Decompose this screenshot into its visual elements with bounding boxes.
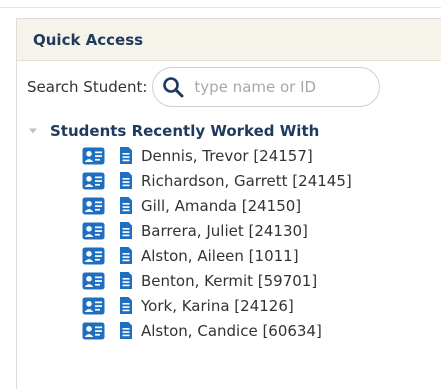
student-name-link[interactable]: York, Karina [24126] [141, 297, 294, 315]
student-row: Richardson, Garrett [24145] [28, 168, 352, 193]
student-name-link[interactable]: Gill, Amanda [24150] [141, 197, 301, 215]
recent-students-tree: Students Recently Worked With Dennis, Tr… [28, 121, 352, 343]
recent-students-title: Students Recently Worked With [50, 122, 320, 140]
search-icon [163, 77, 184, 98]
student-name-link[interactable]: Benton, Kermit [59701] [141, 272, 317, 290]
contact-card-icon[interactable] [82, 272, 105, 290]
document-icon[interactable] [119, 146, 133, 165]
student-row: Benton, Kermit [59701] [28, 268, 352, 293]
contact-card-icon[interactable] [82, 322, 105, 340]
search-row: Search Student: type name or ID [27, 67, 381, 107]
student-name-link[interactable]: Dennis, Trevor [24157] [141, 147, 313, 165]
student-list: Dennis, Trevor [24157] Richardson, Garre… [28, 143, 352, 343]
contact-card-icon[interactable] [82, 297, 105, 315]
quick-access-panel: Quick Access Search Student: type name o… [16, 18, 441, 389]
panel-header: Quick Access [17, 19, 441, 61]
triangle-down-icon [29, 128, 37, 134]
top-divider [0, 7, 441, 8]
student-row: Barrera, Juliet [24130] [28, 218, 352, 243]
student-row: Alston, Candice [60634] [28, 318, 352, 343]
student-row: York, Karina [24126] [28, 293, 352, 318]
panel-title: Quick Access [33, 30, 144, 49]
student-row: Dennis, Trevor [24157] [28, 143, 352, 168]
search-label: Search Student: [27, 78, 148, 96]
student-name-link[interactable]: Alston, Aileen [1011] [141, 247, 299, 265]
student-name-link[interactable]: Alston, Candice [60634] [141, 322, 322, 340]
document-icon[interactable] [119, 271, 133, 290]
search-placeholder: type name or ID [194, 78, 317, 96]
search-student-input[interactable]: type name or ID [152, 67, 381, 107]
contact-card-icon[interactable] [82, 222, 105, 240]
contact-card-icon[interactable] [82, 247, 105, 265]
document-icon[interactable] [119, 296, 133, 315]
student-row: Gill, Amanda [24150] [28, 193, 352, 218]
document-icon[interactable] [119, 196, 133, 215]
recent-students-toggle[interactable]: Students Recently Worked With [28, 121, 352, 141]
document-icon[interactable] [119, 171, 133, 190]
student-row: Alston, Aileen [1011] [28, 243, 352, 268]
document-icon[interactable] [119, 321, 133, 340]
document-icon[interactable] [119, 246, 133, 265]
student-name-link[interactable]: Richardson, Garrett [24145] [141, 172, 352, 190]
contact-card-icon[interactable] [82, 147, 105, 165]
document-icon[interactable] [119, 221, 133, 240]
student-name-link[interactable]: Barrera, Juliet [24130] [141, 222, 308, 240]
contact-card-icon[interactable] [82, 197, 105, 215]
contact-card-icon[interactable] [82, 172, 105, 190]
